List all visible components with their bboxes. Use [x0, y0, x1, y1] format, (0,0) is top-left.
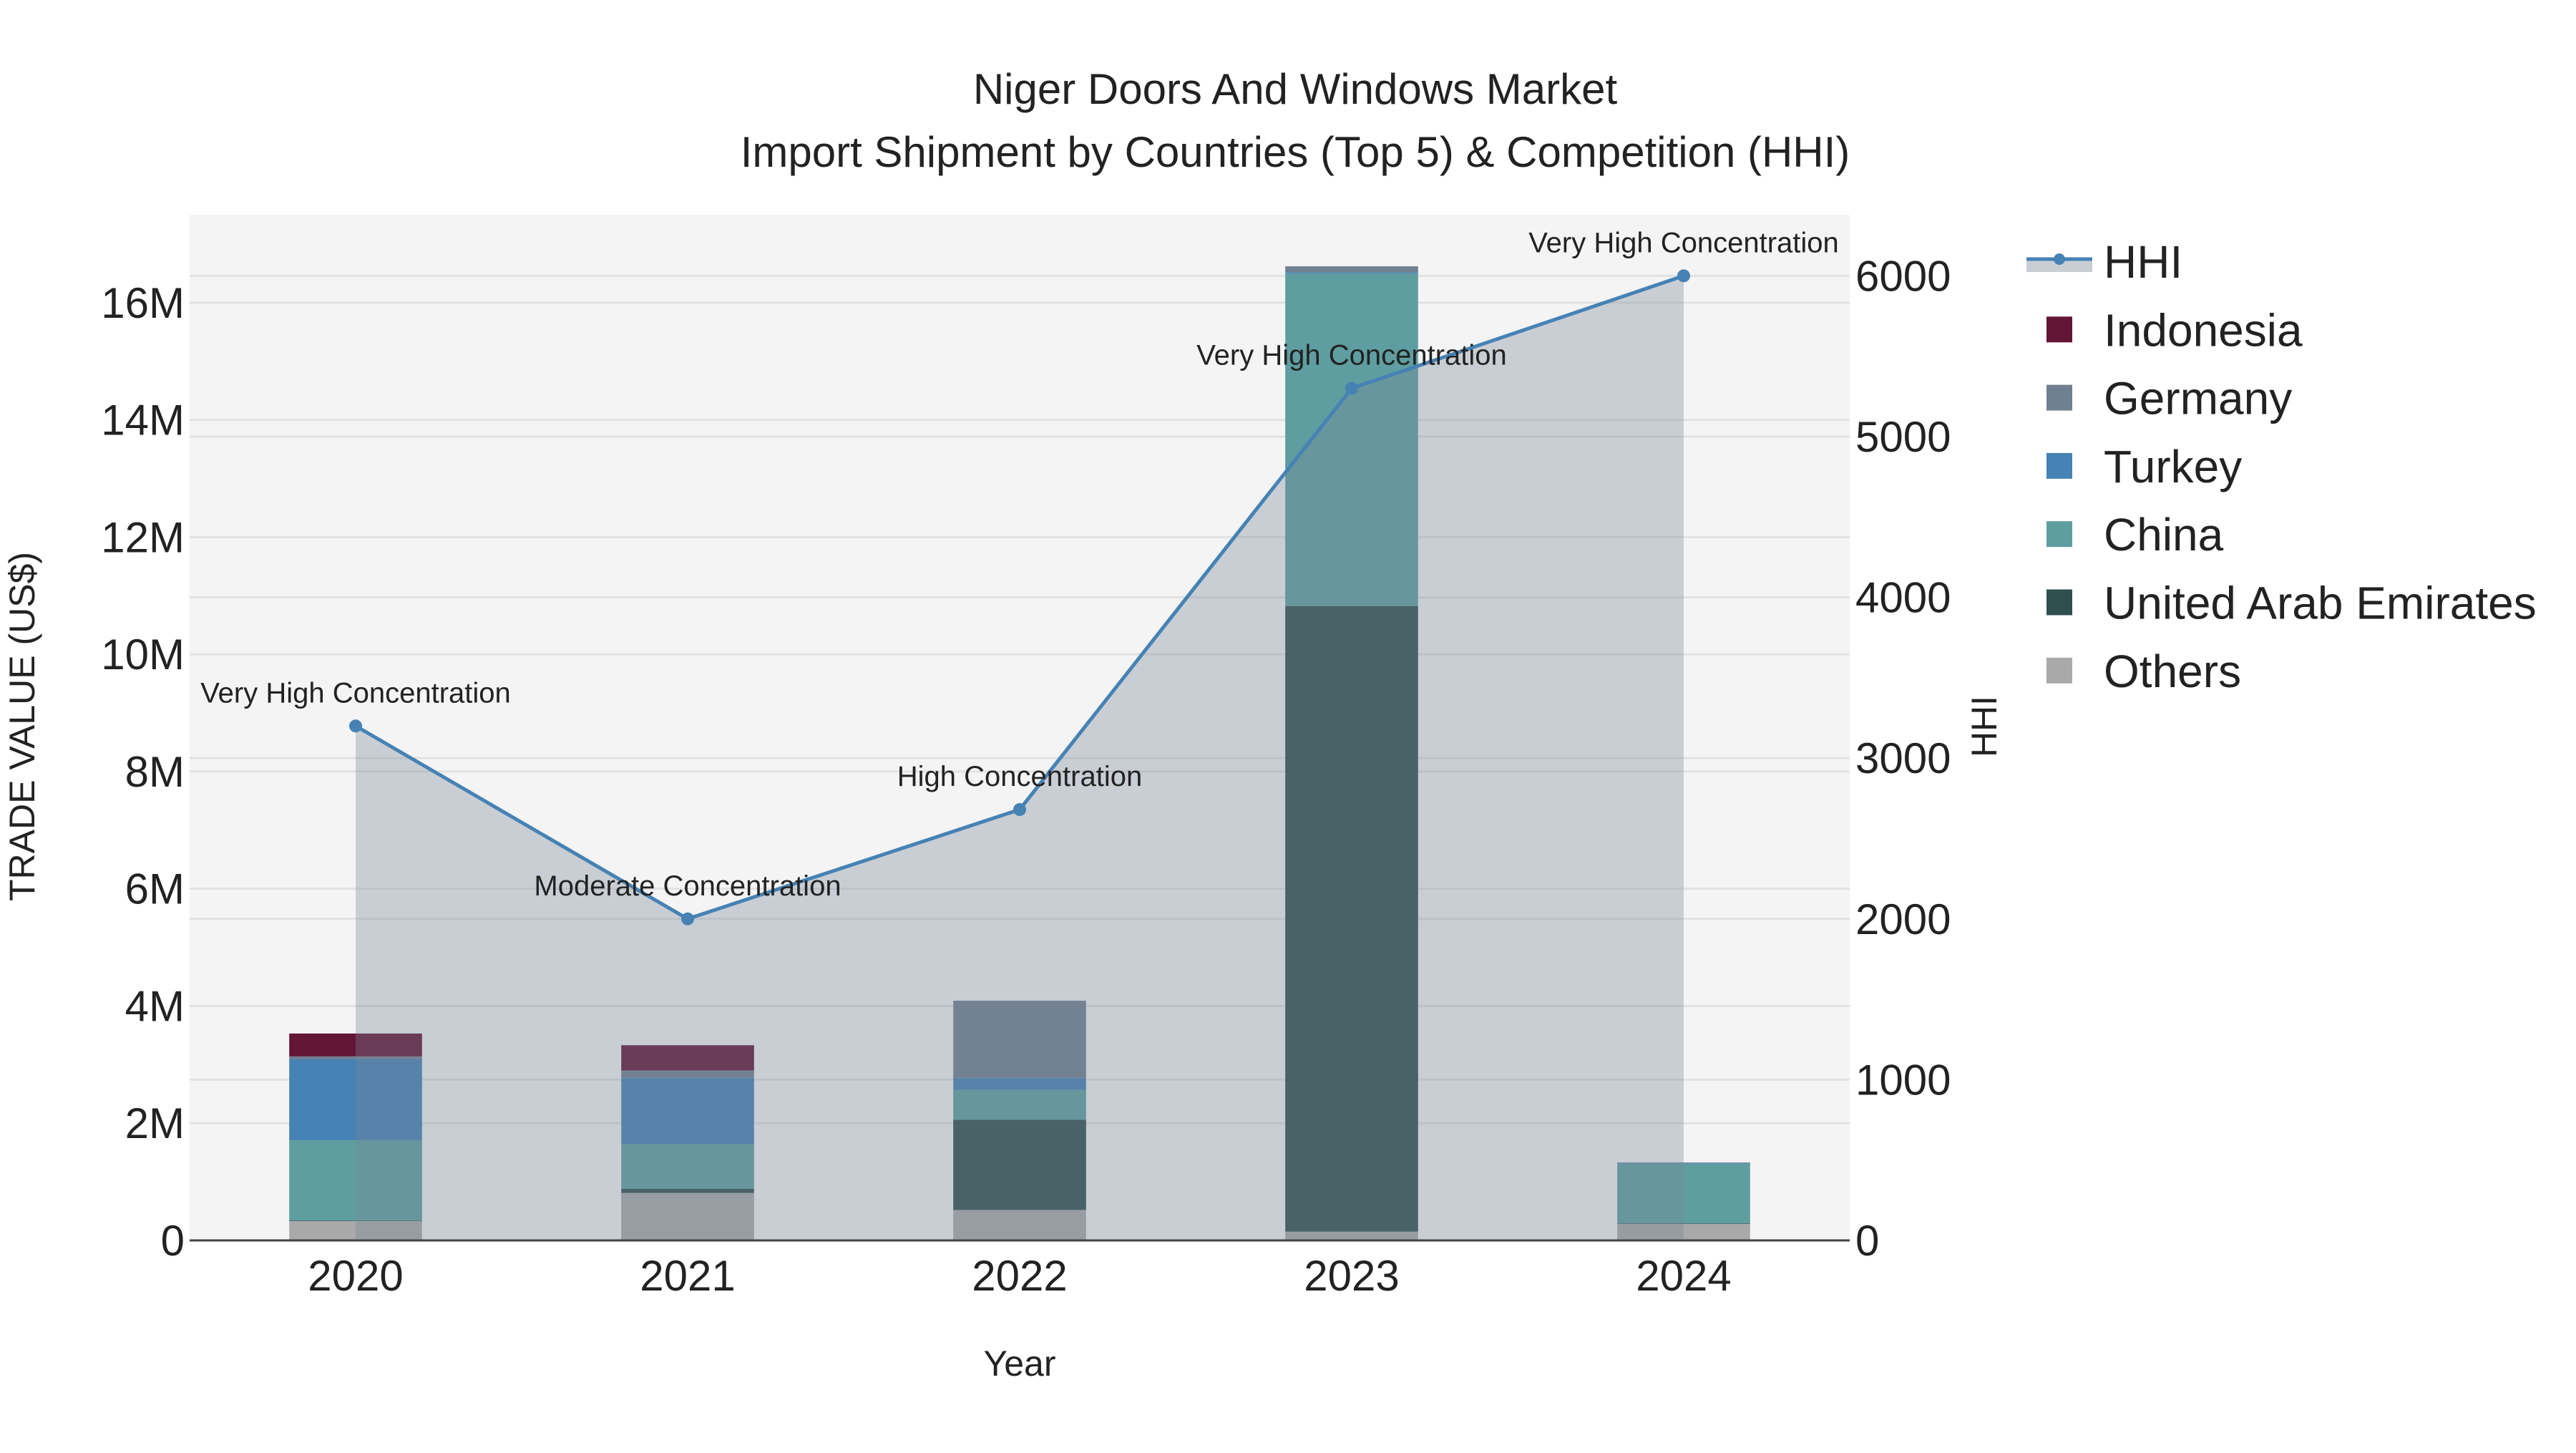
x-tick-label: 2021 — [640, 1252, 735, 1300]
chart: Niger Doors And Windows Market Import Sh… — [2, 65, 2537, 1384]
y-tick-label: 2M — [125, 1099, 185, 1147]
hhi-annotation: Very High Concentration — [200, 677, 511, 709]
legend-swatch — [2046, 521, 2072, 548]
bar-germany-2023[interactable] — [1285, 266, 1418, 273]
hhi-annotation: High Concentration — [897, 761, 1142, 792]
y2-tick-label: 4000 — [1855, 574, 1951, 622]
x-tick-label: 2024 — [1636, 1252, 1731, 1300]
x-tick-label: 2022 — [972, 1252, 1067, 1300]
hhi-point-2022[interactable] — [1013, 803, 1026, 817]
legend-item-germany[interactable]: Germany — [2046, 373, 2292, 424]
legend-label: Others — [2104, 646, 2241, 697]
hhi-legend-marker — [2054, 253, 2065, 265]
hhi-point-2024[interactable] — [1677, 269, 1690, 283]
legend-label: United Arab Emirates — [2104, 578, 2537, 629]
y-axis-title: TRADE VALUE (US$) — [2, 552, 42, 901]
legend-label: Germany — [2104, 373, 2292, 424]
y2-tick-label: 0 — [1855, 1217, 1879, 1265]
legend-swatch — [2046, 384, 2072, 411]
legend-swatch — [2046, 452, 2072, 479]
legend-swatch — [2046, 657, 2072, 684]
y2-tick-label: 3000 — [1855, 734, 1951, 782]
x-tick-label: 2023 — [1304, 1252, 1399, 1300]
legend-label: China — [2104, 509, 2224, 560]
legend-item-hhi[interactable]: HHI — [2026, 236, 2182, 288]
y-tick-label: 4M — [125, 982, 185, 1030]
legend-item-indonesia[interactable]: Indonesia — [2046, 304, 2303, 356]
hhi-point-2023[interactable] — [1345, 382, 1358, 395]
legend-item-others[interactable]: Others — [2046, 646, 2241, 697]
legend-label: Turkey — [2104, 441, 2242, 492]
legend-item-china[interactable]: China — [2046, 509, 2224, 560]
legend-swatch — [2046, 589, 2072, 616]
bar-turkey-2023[interactable] — [1285, 272, 1418, 273]
y2-tick-label: 5000 — [1855, 413, 1951, 461]
legend-label: Indonesia — [2104, 304, 2303, 356]
hhi-annotation: Very High Concentration — [1528, 227, 1839, 258]
legend-item-turkey[interactable]: Turkey — [2046, 441, 2242, 492]
y-tick-label: 12M — [101, 513, 185, 561]
y-tick-label: 14M — [101, 397, 185, 444]
hhi-point-2021[interactable] — [681, 912, 694, 925]
x-tick-label: 2020 — [308, 1252, 403, 1300]
legend-item-united-arab-emirates[interactable]: United Arab Emirates — [2046, 578, 2537, 629]
y-tick-label: 0 — [161, 1217, 185, 1265]
legend-swatch — [2046, 316, 2072, 343]
x-axis-title: Year — [983, 1343, 1055, 1384]
hhi-annotation: Moderate Concentration — [534, 870, 841, 902]
y-tick-label: 6M — [125, 865, 185, 913]
legend-label: HHI — [2104, 236, 2182, 288]
y2-tick-label: 1000 — [1855, 1056, 1951, 1104]
y-tick-label: 8M — [125, 748, 185, 796]
hhi-annotation: Very High Concentration — [1196, 340, 1507, 371]
y2-tick-label: 2000 — [1855, 895, 1951, 943]
legend: HHI Indonesia Germany Turkey China United Ara… — [2026, 236, 2537, 697]
hhi-point-2020[interactable] — [349, 719, 362, 733]
chart-subtitle: Import Shipment by Countries (Top 5) & C… — [741, 128, 1850, 176]
y2-axis-title: HHI — [1964, 696, 2004, 757]
y-tick-label: 16M — [101, 279, 185, 327]
y-tick-label: 10M — [101, 631, 185, 679]
chart-title: Niger Doors And Windows Market — [973, 65, 1618, 113]
y2-tick-label: 6000 — [1855, 252, 1951, 300]
